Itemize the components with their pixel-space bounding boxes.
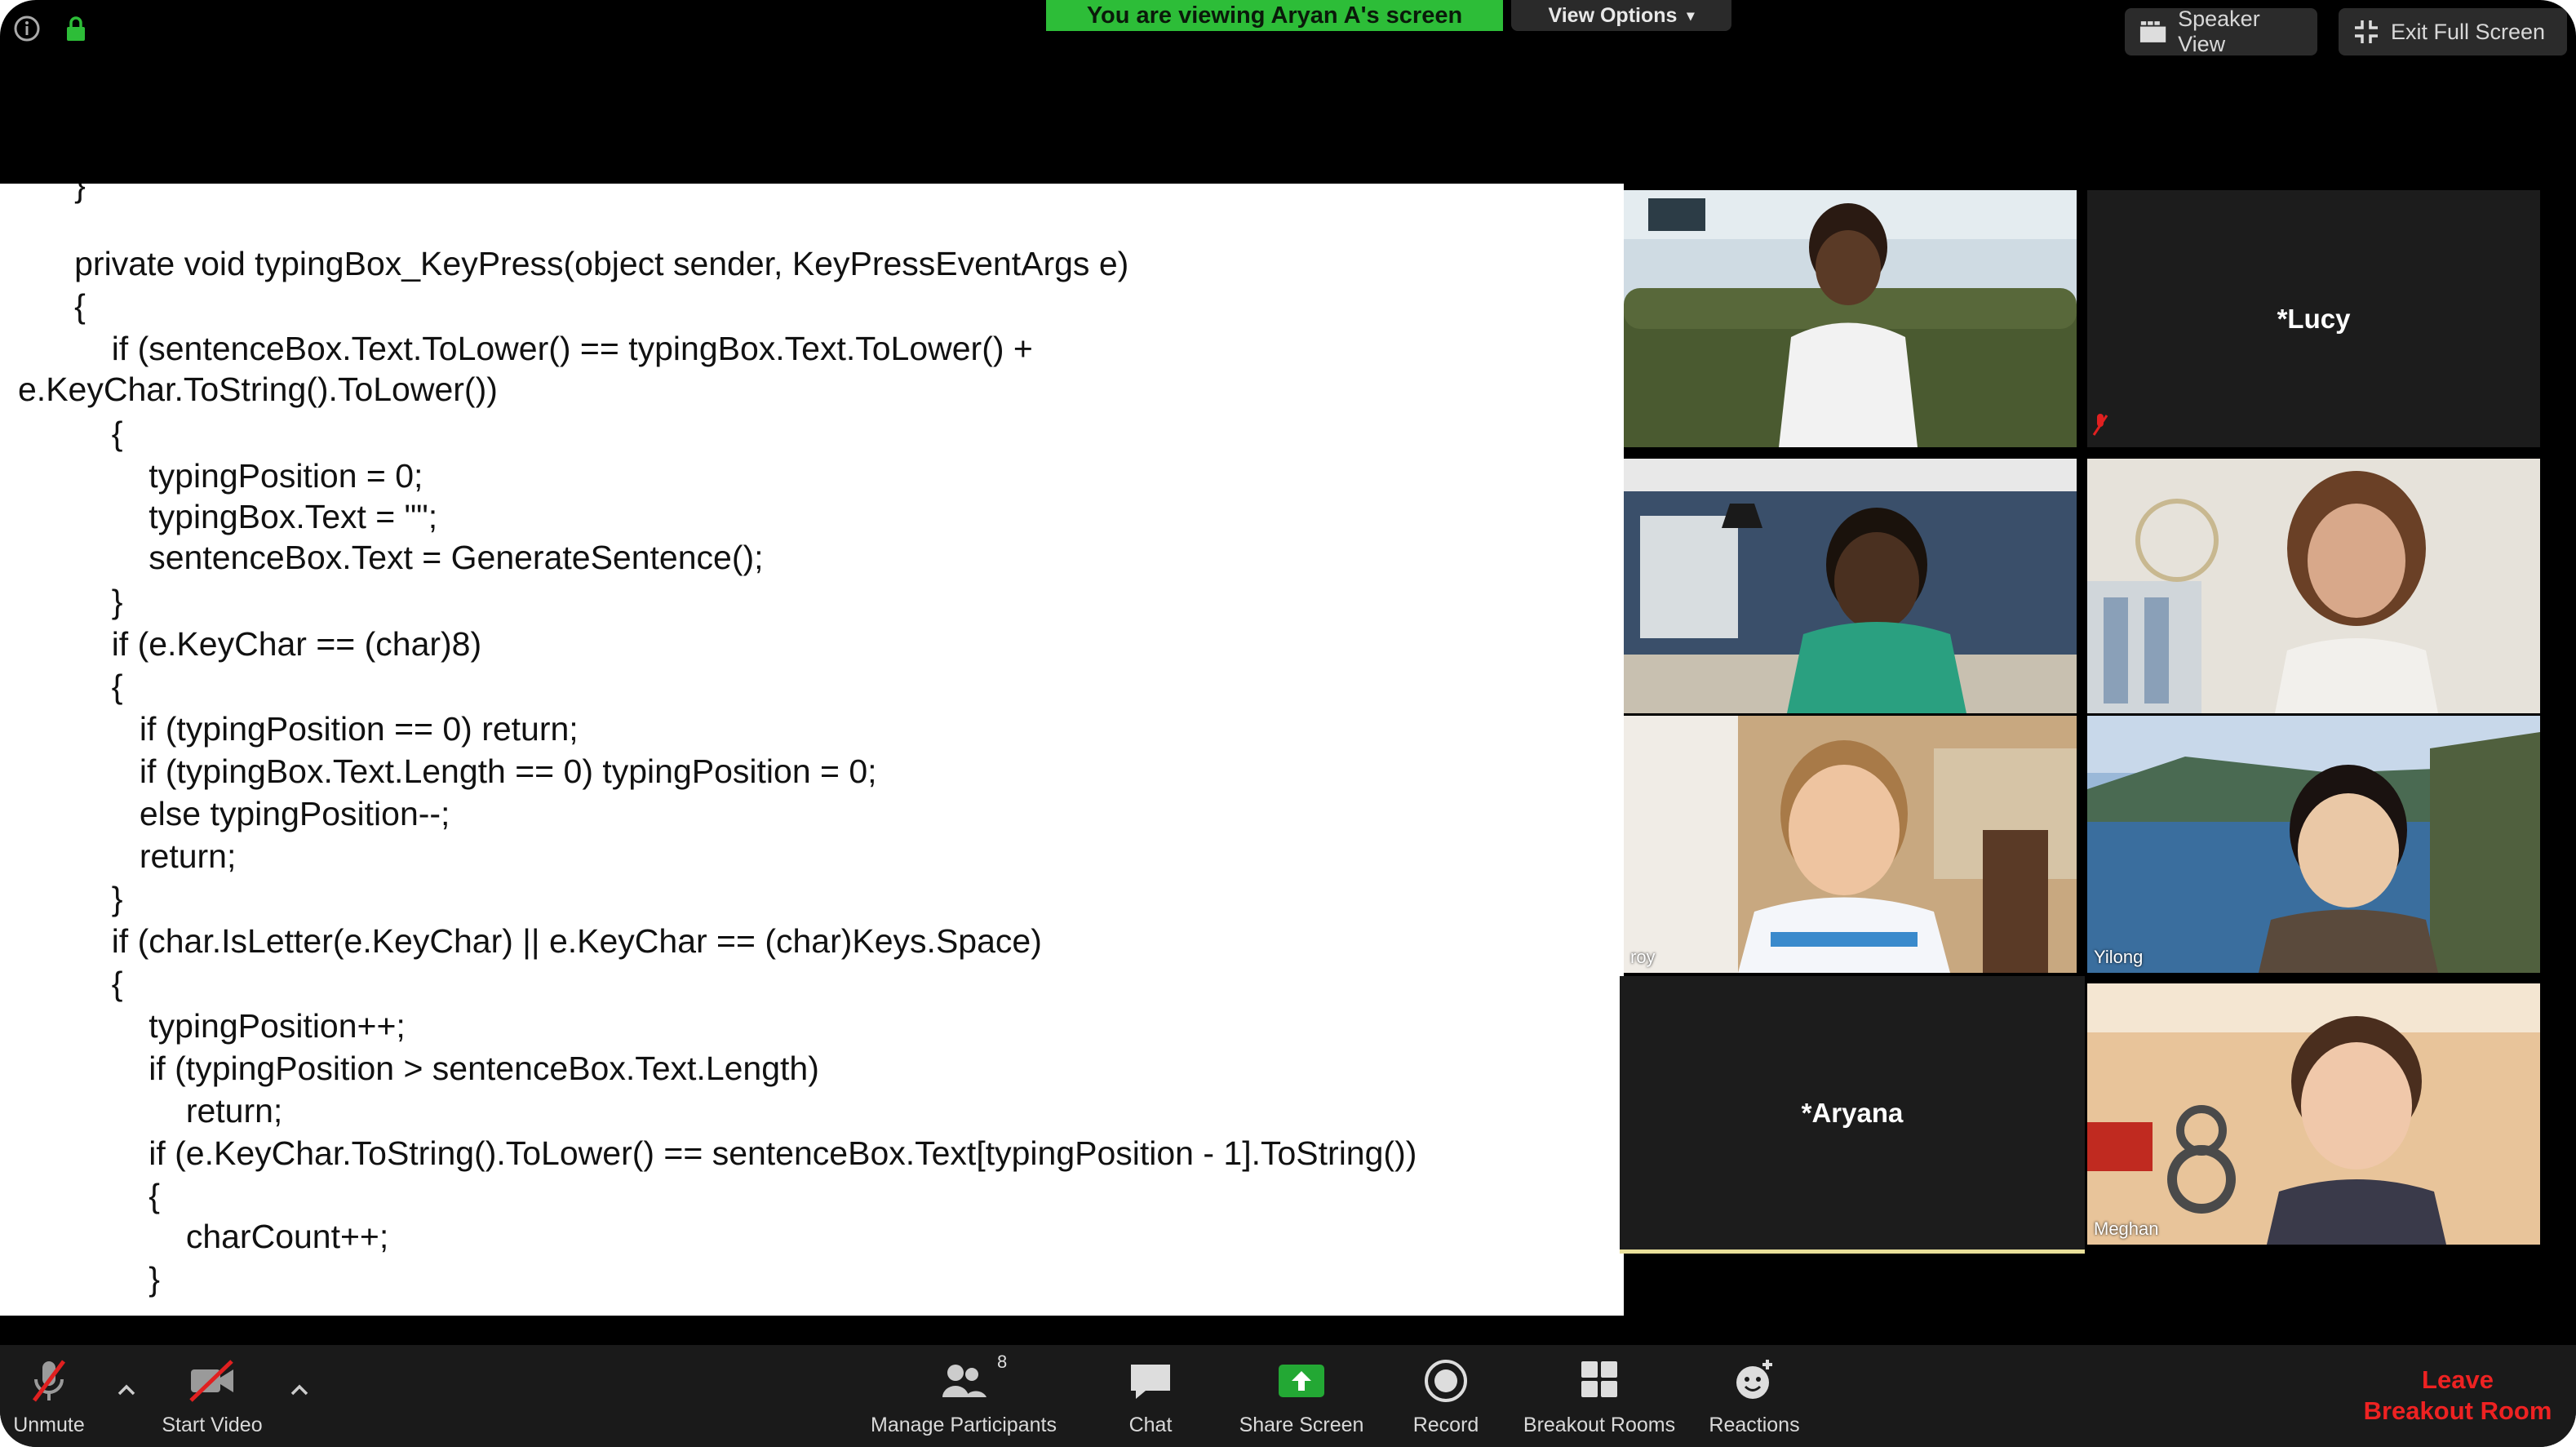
chevron-up-icon[interactable] — [287, 1378, 312, 1402]
participants-icon — [942, 1365, 987, 1397]
participant-video-tile[interactable] — [1624, 459, 2077, 713]
code-line: { — [0, 415, 123, 452]
view-options-button[interactable]: View Options ▾ — [1511, 0, 1731, 31]
participant-tile-roy[interactable]: roy — [1624, 716, 2077, 973]
info-icon[interactable] — [13, 15, 41, 42]
code-line: if (sentenceBox.Text.ToLower() == typing… — [0, 330, 1033, 367]
video-off-icon — [189, 1360, 233, 1402]
code-line: typingPosition++; — [0, 1007, 406, 1045]
code-line: private void typingBox_KeyPress(object s… — [0, 245, 1129, 282]
code-line: { — [0, 668, 123, 705]
record-button[interactable]: Record — [1397, 1345, 1495, 1447]
chevron-down-icon: ▾ — [1687, 7, 1695, 24]
participant-tile-meghan[interactable]: Meghan — [2087, 983, 2540, 1245]
leave-label-line1: Leave — [2422, 1365, 2494, 1394]
code-line: else typingPosition--; — [0, 795, 450, 832]
share-screen-icon — [1279, 1365, 1324, 1397]
code-line: typingPosition = 0; — [0, 457, 423, 495]
participant-name: Meghan — [2094, 1218, 2159, 1239]
speaker-view-icon — [2139, 21, 2166, 42]
unmute-label: Unmute — [13, 1414, 85, 1436]
muted-mic-icon — [33, 1360, 65, 1402]
participant-tile-lucy[interactable]: *Lucy — [2087, 190, 2540, 447]
code-line: sentenceBox.Text = GenerateSentence(); — [0, 539, 764, 576]
breakout-rooms-label: Breakout Rooms — [1523, 1414, 1676, 1436]
code-line: { — [0, 1177, 160, 1214]
chat-bubble-icon — [1131, 1365, 1170, 1399]
chat-label: Chat — [1128, 1414, 1173, 1436]
code-line: if (e.KeyChar.ToString().ToLower() == se… — [0, 1134, 1417, 1172]
leave-label-line2: Breakout Room — [2363, 1396, 2552, 1425]
reactions-icon — [1736, 1360, 1772, 1399]
participant-video-tile[interactable] — [2087, 459, 2540, 713]
participant-tile-aryana[interactable]: *Aryana — [1620, 976, 2085, 1254]
view-options-label: View Options — [1548, 3, 1678, 27]
shared-screen-content: } private void typingBox_KeyPress(object… — [0, 184, 1624, 1316]
record-label: Record — [1412, 1414, 1479, 1436]
manage-participants-label: Manage Participants — [871, 1414, 1057, 1436]
chat-button[interactable]: Chat — [1102, 1345, 1199, 1447]
participant-video-tile[interactable] — [1624, 190, 2077, 447]
code-line: charCount++; — [0, 1218, 389, 1255]
code-line: return; — [0, 1092, 283, 1130]
start-video-label: Start Video — [162, 1414, 263, 1436]
breakout-rooms-icon — [1581, 1361, 1617, 1397]
code-line: } — [0, 184, 86, 204]
exit-full-screen-button[interactable]: Exit Full Screen — [2339, 8, 2567, 55]
meeting-toolbar: Unmute Start Video 8 Manage Participants… — [0, 1345, 2576, 1447]
participant-name: Yilong — [2094, 947, 2144, 967]
participant-name: *Aryana — [1801, 1097, 1904, 1128]
start-video-button[interactable]: Start Video — [147, 1345, 277, 1447]
reactions-button[interactable]: Reactions — [1697, 1345, 1811, 1447]
code-line: if (char.IsLetter(e.KeyChar) || e.KeyCha… — [0, 922, 1042, 960]
participant-tile-yilong[interactable]: Yilong — [2087, 716, 2540, 973]
code-line: e.KeyChar.ToString().ToLower()) — [18, 371, 498, 408]
code-line: return; — [0, 837, 237, 875]
code-line: if (typingPosition > sentenceBox.Text.Le… — [0, 1050, 819, 1087]
code-line: { — [0, 287, 86, 325]
share-screen-label: Share Screen — [1239, 1414, 1364, 1436]
code-line: } — [0, 1260, 160, 1298]
record-icon — [1425, 1360, 1467, 1402]
code-line: typingBox.Text = ""; — [0, 498, 438, 535]
chevron-up-icon[interactable] — [114, 1378, 139, 1402]
exit-full-screen-icon — [2355, 20, 2378, 43]
share-screen-button[interactable]: Share Screen — [1232, 1345, 1371, 1447]
lock-icon[interactable] — [62, 15, 90, 42]
code-line: if (typingBox.Text.Length == 0) typingPo… — [0, 752, 877, 790]
speaker-view-label: Speaker View — [2178, 7, 2260, 56]
leave-breakout-room-button[interactable]: Leave Breakout Room — [2356, 1365, 2560, 1427]
code-line: } — [0, 583, 123, 620]
viewing-screen-banner: You are viewing Aryan A's screen — [1046, 0, 1503, 31]
manage-participants-button[interactable]: 8 Manage Participants — [853, 1345, 1074, 1447]
code-line: { — [0, 965, 123, 1002]
exit-full-screen-label: Exit Full Screen — [2391, 19, 2546, 44]
code-line: } — [0, 880, 123, 917]
code-line: if (typingPosition == 0) return; — [0, 710, 579, 748]
participant-count-badge: 8 — [997, 1352, 1008, 1372]
zoom-window: You are viewing Aryan A's screen View Op… — [0, 0, 2576, 1447]
speaker-view-button[interactable]: Speaker View — [2125, 7, 2317, 56]
muted-mic-icon — [2092, 414, 2108, 436]
code-line: if (e.KeyChar == (char)8) — [0, 625, 482, 663]
unmute-button[interactable]: Unmute — [0, 1345, 98, 1447]
reactions-label: Reactions — [1709, 1414, 1800, 1436]
breakout-rooms-button[interactable]: Breakout Rooms — [1514, 1345, 1685, 1447]
participant-name: *Lucy — [2277, 303, 2351, 334]
participant-name: roy — [1630, 947, 1656, 967]
